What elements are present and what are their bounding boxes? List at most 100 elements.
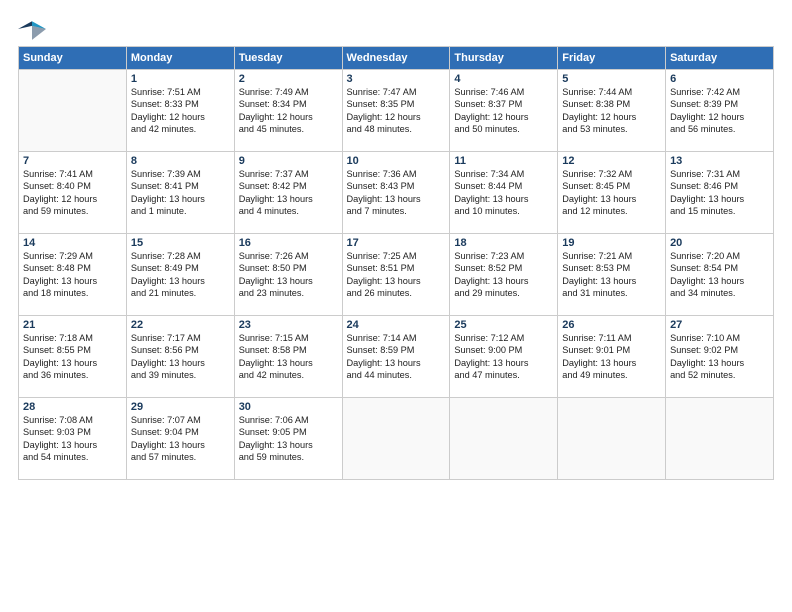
sunset-text: Sunset: 8:54 PM [670, 262, 769, 274]
calendar-cell: 17Sunrise: 7:25 AMSunset: 8:51 PMDayligh… [342, 234, 450, 316]
calendar-cell: 9Sunrise: 7:37 AMSunset: 8:42 PMDaylight… [234, 152, 342, 234]
calendar-cell [558, 398, 666, 480]
calendar-cell: 18Sunrise: 7:23 AMSunset: 8:52 PMDayligh… [450, 234, 558, 316]
daylight-line1: Daylight: 13 hours [23, 439, 122, 451]
daylight-line2: and 50 minutes. [454, 123, 553, 135]
sunrise-text: Sunrise: 7:42 AM [670, 86, 769, 98]
logo [18, 18, 50, 40]
day-number: 15 [131, 237, 230, 249]
calendar-cell: 7Sunrise: 7:41 AMSunset: 8:40 PMDaylight… [19, 152, 127, 234]
day-number: 22 [131, 319, 230, 331]
calendar-table: SundayMondayTuesdayWednesdayThursdayFrid… [18, 46, 774, 480]
day-number: 5 [562, 73, 661, 85]
sunset-text: Sunset: 8:49 PM [131, 262, 230, 274]
sunset-text: Sunset: 9:01 PM [562, 344, 661, 356]
calendar-cell: 21Sunrise: 7:18 AMSunset: 8:55 PMDayligh… [19, 316, 127, 398]
sunrise-text: Sunrise: 7:23 AM [454, 250, 553, 262]
daylight-line1: Daylight: 13 hours [131, 193, 230, 205]
daylight-line1: Daylight: 13 hours [670, 193, 769, 205]
calendar-cell: 8Sunrise: 7:39 AMSunset: 8:41 PMDaylight… [126, 152, 234, 234]
daylight-line1: Daylight: 13 hours [454, 357, 553, 369]
day-number: 23 [239, 319, 338, 331]
sunrise-text: Sunrise: 7:39 AM [131, 168, 230, 180]
daylight-line1: Daylight: 13 hours [239, 193, 338, 205]
sunrise-text: Sunrise: 7:46 AM [454, 86, 553, 98]
daylight-line1: Daylight: 13 hours [670, 357, 769, 369]
sunrise-text: Sunrise: 7:37 AM [239, 168, 338, 180]
daylight-line2: and 26 minutes. [347, 287, 446, 299]
daylight-line2: and 21 minutes. [131, 287, 230, 299]
daylight-line1: Daylight: 13 hours [454, 275, 553, 287]
daylight-line2: and 18 minutes. [23, 287, 122, 299]
day-number: 13 [670, 155, 769, 167]
sunset-text: Sunset: 9:02 PM [670, 344, 769, 356]
sunrise-text: Sunrise: 7:14 AM [347, 332, 446, 344]
daylight-line1: Daylight: 12 hours [562, 111, 661, 123]
sunrise-text: Sunrise: 7:17 AM [131, 332, 230, 344]
sunset-text: Sunset: 8:41 PM [131, 180, 230, 192]
sunset-text: Sunset: 8:33 PM [131, 98, 230, 110]
daylight-line1: Daylight: 13 hours [131, 439, 230, 451]
day-number: 3 [347, 73, 446, 85]
day-number: 17 [347, 237, 446, 249]
daylight-line1: Daylight: 12 hours [347, 111, 446, 123]
calendar-cell: 10Sunrise: 7:36 AMSunset: 8:43 PMDayligh… [342, 152, 450, 234]
sunset-text: Sunset: 8:59 PM [347, 344, 446, 356]
calendar-cell: 23Sunrise: 7:15 AMSunset: 8:58 PMDayligh… [234, 316, 342, 398]
column-header-thursday: Thursday [450, 47, 558, 70]
daylight-line1: Daylight: 12 hours [131, 111, 230, 123]
daylight-line2: and 31 minutes. [562, 287, 661, 299]
calendar-cell: 29Sunrise: 7:07 AMSunset: 9:04 PMDayligh… [126, 398, 234, 480]
calendar-cell: 6Sunrise: 7:42 AMSunset: 8:39 PMDaylight… [666, 70, 774, 152]
sunrise-text: Sunrise: 7:49 AM [239, 86, 338, 98]
daylight-line2: and 59 minutes. [239, 451, 338, 463]
daylight-line2: and 59 minutes. [23, 205, 122, 217]
sunset-text: Sunset: 8:44 PM [454, 180, 553, 192]
day-number: 18 [454, 237, 553, 249]
week-row-3: 14Sunrise: 7:29 AMSunset: 8:48 PMDayligh… [19, 234, 774, 316]
daylight-line1: Daylight: 12 hours [239, 111, 338, 123]
day-number: 9 [239, 155, 338, 167]
column-header-monday: Monday [126, 47, 234, 70]
sunset-text: Sunset: 8:34 PM [239, 98, 338, 110]
sunset-text: Sunset: 8:37 PM [454, 98, 553, 110]
sunset-text: Sunset: 9:03 PM [23, 426, 122, 438]
sunset-text: Sunset: 8:46 PM [670, 180, 769, 192]
day-number: 25 [454, 319, 553, 331]
sunset-text: Sunset: 8:43 PM [347, 180, 446, 192]
sunrise-text: Sunrise: 7:20 AM [670, 250, 769, 262]
sunset-text: Sunset: 8:45 PM [562, 180, 661, 192]
sunset-text: Sunset: 9:00 PM [454, 344, 553, 356]
day-number: 19 [562, 237, 661, 249]
sunset-text: Sunset: 8:53 PM [562, 262, 661, 274]
calendar-cell: 2Sunrise: 7:49 AMSunset: 8:34 PMDaylight… [234, 70, 342, 152]
sunrise-text: Sunrise: 7:31 AM [670, 168, 769, 180]
daylight-line2: and 34 minutes. [670, 287, 769, 299]
calendar-header-row: SundayMondayTuesdayWednesdayThursdayFrid… [19, 47, 774, 70]
day-number: 7 [23, 155, 122, 167]
daylight-line2: and 23 minutes. [239, 287, 338, 299]
sunset-text: Sunset: 8:38 PM [562, 98, 661, 110]
daylight-line1: Daylight: 12 hours [23, 193, 122, 205]
sunrise-text: Sunrise: 7:10 AM [670, 332, 769, 344]
sunrise-text: Sunrise: 7:07 AM [131, 414, 230, 426]
daylight-line2: and 4 minutes. [239, 205, 338, 217]
daylight-line2: and 42 minutes. [131, 123, 230, 135]
column-header-sunday: Sunday [19, 47, 127, 70]
day-number: 6 [670, 73, 769, 85]
sunrise-text: Sunrise: 7:26 AM [239, 250, 338, 262]
calendar-cell: 26Sunrise: 7:11 AMSunset: 9:01 PMDayligh… [558, 316, 666, 398]
calendar-cell: 3Sunrise: 7:47 AMSunset: 8:35 PMDaylight… [342, 70, 450, 152]
sunrise-text: Sunrise: 7:15 AM [239, 332, 338, 344]
calendar-cell [450, 398, 558, 480]
sunset-text: Sunset: 8:40 PM [23, 180, 122, 192]
calendar-cell: 1Sunrise: 7:51 AMSunset: 8:33 PMDaylight… [126, 70, 234, 152]
daylight-line1: Daylight: 13 hours [131, 275, 230, 287]
daylight-line1: Daylight: 13 hours [562, 275, 661, 287]
sunrise-text: Sunrise: 7:28 AM [131, 250, 230, 262]
calendar-cell: 24Sunrise: 7:14 AMSunset: 8:59 PMDayligh… [342, 316, 450, 398]
sunrise-text: Sunrise: 7:47 AM [347, 86, 446, 98]
column-header-wednesday: Wednesday [342, 47, 450, 70]
sunrise-text: Sunrise: 7:18 AM [23, 332, 122, 344]
day-number: 20 [670, 237, 769, 249]
